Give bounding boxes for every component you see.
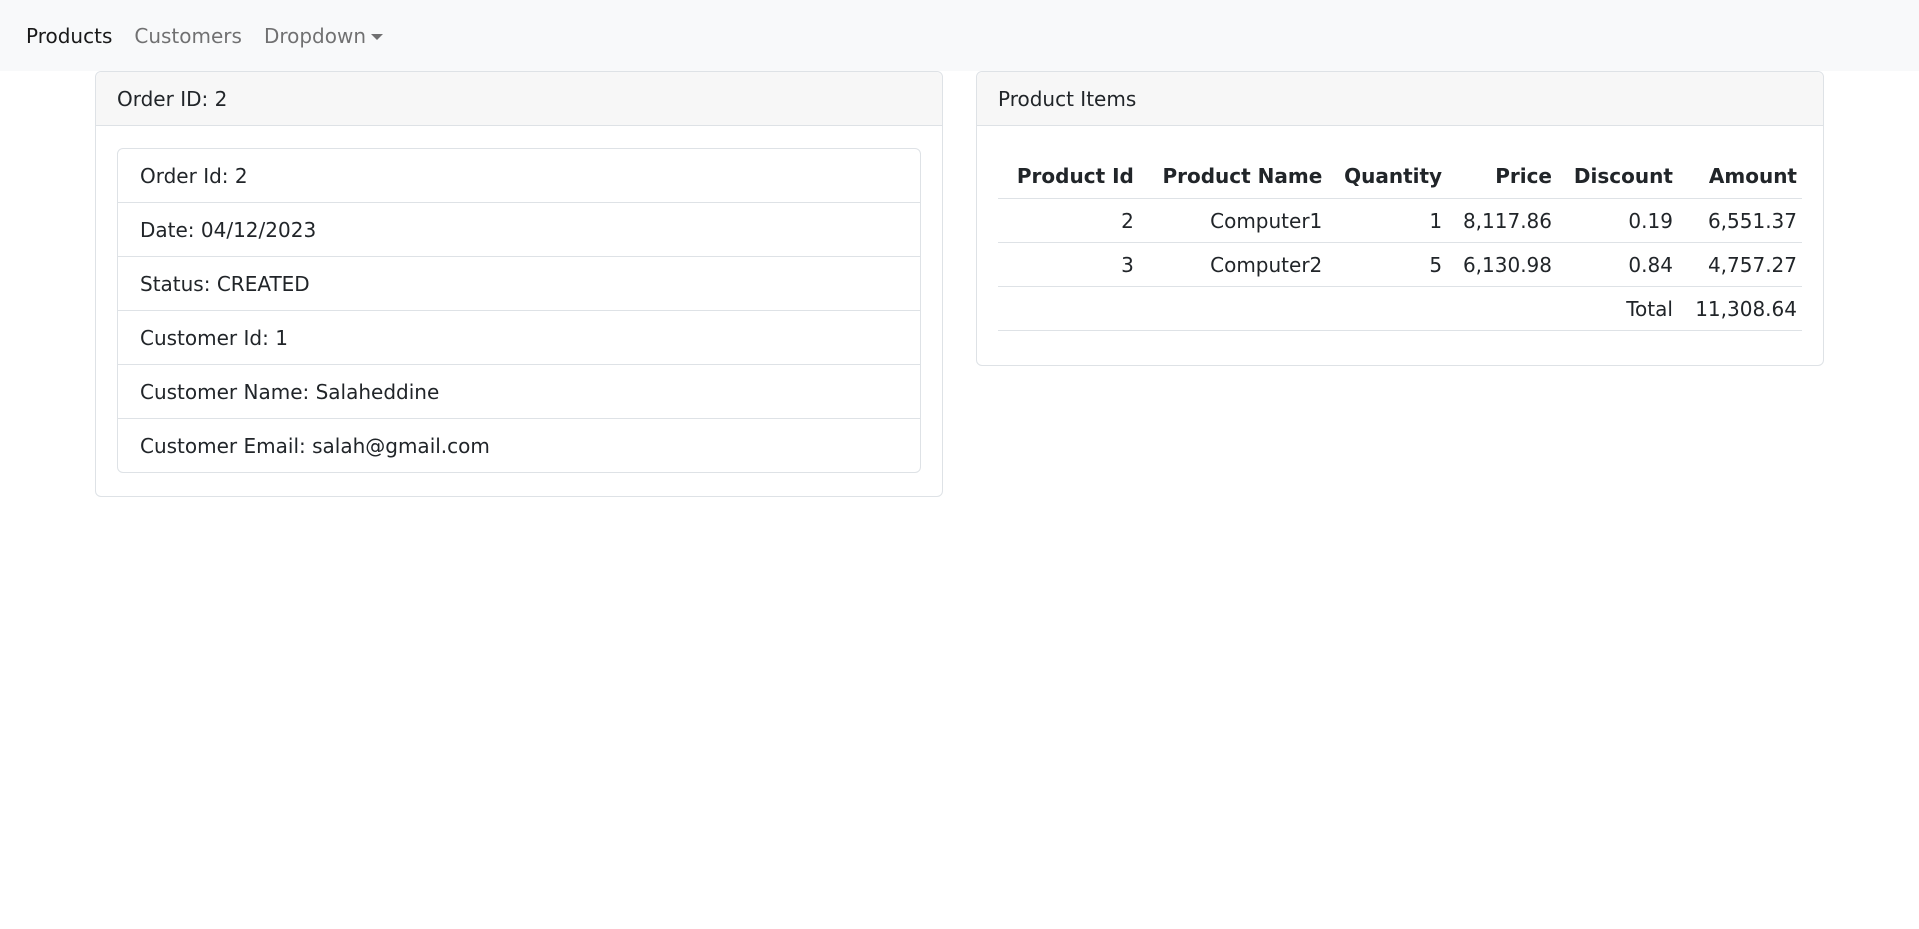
total-row: Total 11,308.64 <box>998 286 1802 331</box>
product-items-header: Product Items <box>977 72 1823 126</box>
nav-dropdown-label: Dropdown <box>263 23 367 48</box>
nav-dropdown[interactable]: Dropdown <box>263 23 384 48</box>
column-header: Discount <box>1557 154 1678 199</box>
table-cell: 6,130.98 <box>1447 242 1557 287</box>
table-cell: Computer2 <box>1138 242 1328 287</box>
column-header: Price <box>1447 154 1557 199</box>
table-cell: 2 <box>998 198 1139 243</box>
order-card-header: Order ID: 2 <box>96 72 942 126</box>
table-row: 2 Computer1 1 8,117.86 0.19 6,551.37 <box>998 198 1802 243</box>
customer-id-item: Customer Id: 1 <box>118 311 920 365</box>
product-items-table: Product Id Product Name Quantity Price D… <box>998 154 1802 331</box>
column-header: Product Id <box>998 154 1139 199</box>
nav-customers[interactable]: Customers <box>134 24 242 48</box>
order-status-item: Status: CREATED <box>118 257 920 311</box>
table-cell: 0.19 <box>1557 198 1678 243</box>
table-cell: 3 <box>998 242 1139 287</box>
order-card: Order ID: 2 Order Id: 2 Date: 04/12/2023… <box>95 71 943 497</box>
total-label: Total <box>1557 286 1678 331</box>
total-value: 11,308.64 <box>1677 286 1802 331</box>
product-items-card: Product Items Product Id Product Name Qu… <box>976 71 1824 366</box>
table-cell: 0.84 <box>1557 242 1678 287</box>
order-date-item: Date: 04/12/2023 <box>118 203 920 257</box>
customer-email-item: Customer Email: salah@gmail.com <box>140 433 490 458</box>
table-cell: 8,117.86 <box>1447 198 1557 243</box>
navbar: Products Customers Dropdown <box>0 0 1919 71</box>
table-cell: 5 <box>1327 242 1448 287</box>
column-header: Amount <box>1677 154 1802 199</box>
table-cell: 4,757.27 <box>1677 242 1802 287</box>
order-id-item: Order Id: 2 <box>118 149 920 203</box>
table-cell: 6,551.37 <box>1677 198 1802 243</box>
table-header-row: Product Id Product Name Quantity Price D… <box>998 154 1802 199</box>
column-header: Product Name <box>1138 154 1328 199</box>
caret-down-icon <box>371 33 384 40</box>
column-header: Quantity <box>1327 154 1448 199</box>
order-details-list: Order Id: 2 Date: 04/12/2023 Status: CRE… <box>117 148 921 473</box>
customer-name-item: Customer Name: Salaheddine <box>118 365 920 419</box>
table-cell: Computer1 <box>1138 198 1328 243</box>
table-cell: 1 <box>1327 198 1448 243</box>
table-row: 3 Computer2 5 6,130.98 0.84 4,757.27 <box>998 242 1802 287</box>
nav-products[interactable]: Products <box>26 24 112 48</box>
